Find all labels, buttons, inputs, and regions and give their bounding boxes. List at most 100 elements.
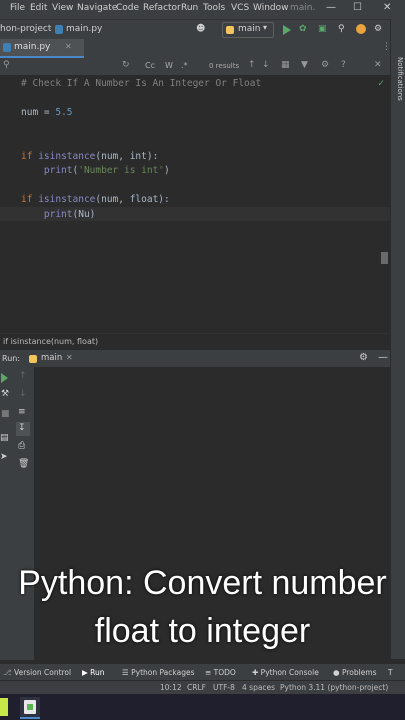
tab-python-packages[interactable]: ☰ Python Packages bbox=[122, 668, 195, 677]
caret-position[interactable]: 10:12 bbox=[160, 683, 182, 692]
breadcrumb-project[interactable]: hon-project bbox=[0, 24, 51, 34]
indent-setting[interactable]: 4 spaces bbox=[242, 683, 275, 692]
down-icon[interactable]: ↓ bbox=[19, 389, 27, 399]
interpreter[interactable]: Python 3.11 (python-project) bbox=[280, 683, 388, 692]
menu-edit[interactable]: Edit bbox=[30, 3, 47, 13]
scrollbar-thumb[interactable] bbox=[381, 252, 388, 264]
video-caption-line-1: Python: Convert number bbox=[18, 564, 387, 602]
menu-bar: File Edit View Navigate Code Refactor Ru… bbox=[0, 0, 405, 19]
pin-icon[interactable]: ➤ bbox=[0, 452, 8, 462]
help-icon[interactable]: ? bbox=[341, 60, 346, 70]
var-name: num bbox=[21, 107, 39, 118]
settings-icon[interactable]: ⚙ bbox=[321, 60, 329, 70]
settings-icon[interactable]: ⚙ bbox=[374, 24, 382, 34]
rerun-icon[interactable] bbox=[1, 373, 8, 383]
results-count: 0 results bbox=[209, 62, 240, 70]
tab-label: main.py bbox=[14, 42, 51, 52]
keyword-if: if bbox=[21, 194, 33, 205]
builtin-print: print bbox=[43, 209, 73, 220]
assign-op: = bbox=[38, 107, 56, 118]
menu-refactor[interactable]: Refactor bbox=[143, 3, 181, 13]
code-line-5: if isinstance(num, float): bbox=[21, 194, 170, 205]
close-icon[interactable]: ✕ bbox=[383, 2, 391, 13]
window-title: main. bbox=[290, 3, 316, 13]
find-bar: ⚲ ↻ Cc W .* 0 results ↑ ↓ ▦ ▼ ⚙ ? ✕ bbox=[0, 58, 390, 76]
whole-words-toggle[interactable]: W bbox=[165, 61, 173, 70]
python-icon bbox=[29, 355, 37, 363]
close-icon[interactable]: ✕ bbox=[374, 60, 382, 70]
breadcrumb-text[interactable]: if isinstance(num, float) bbox=[3, 337, 98, 346]
bottom-tool-tabs: ⎇ Version Control ▶ Run ☰ Python Package… bbox=[0, 664, 405, 680]
history-icon[interactable]: ↻ bbox=[122, 60, 130, 70]
update-icon[interactable] bbox=[356, 24, 366, 34]
notepad-icon-mark bbox=[27, 704, 33, 710]
menu-tools[interactable]: Tools bbox=[203, 3, 225, 13]
search-icon: ⚲ bbox=[3, 60, 10, 70]
args: (num, int): bbox=[95, 151, 159, 162]
code-editor[interactable]: ✓ # Check If A Number Is An Integer Or F… bbox=[0, 75, 390, 333]
user-icon[interactable]: ☻ bbox=[196, 24, 205, 34]
next-match-icon[interactable]: ↓ bbox=[262, 60, 270, 70]
line-separator[interactable]: CRLF bbox=[187, 683, 206, 692]
run-panel-header: Run: main ✕ ⚙ — bbox=[0, 349, 390, 368]
layout-icon[interactable]: ▤ bbox=[0, 433, 9, 443]
tab-todo[interactable]: ≡ TODO bbox=[205, 668, 236, 677]
settings-icon[interactable]: ⚙ bbox=[359, 352, 368, 363]
python-icon bbox=[226, 26, 234, 34]
tab-problems[interactable]: ● Problems bbox=[333, 668, 377, 677]
trash-icon[interactable]: 🗑 bbox=[18, 459, 29, 469]
chevron-right-icon: › bbox=[48, 24, 52, 34]
status-bar: 10:12 CRLF UTF-8 4 spaces Python 3.11 (p… bbox=[0, 680, 405, 695]
regex-toggle[interactable]: .* bbox=[181, 61, 188, 70]
tab-python-console[interactable]: ✚ Python Console bbox=[252, 668, 319, 677]
match-case-toggle[interactable]: Cc bbox=[145, 61, 155, 70]
soft-wrap-icon[interactable]: ≡ bbox=[18, 407, 26, 417]
tab-close-icon[interactable]: ✕ bbox=[65, 42, 72, 51]
menu-vcs[interactable]: VCS bbox=[231, 3, 249, 13]
python-file-icon bbox=[55, 25, 63, 34]
stop-icon[interactable]: ■ bbox=[1, 409, 10, 419]
run-config-select[interactable]: main ▾ bbox=[222, 22, 274, 38]
prev-match-icon[interactable]: ↑ bbox=[248, 60, 256, 70]
menu-window[interactable]: Window bbox=[253, 3, 289, 13]
pycharm-taskbar-icon[interactable] bbox=[0, 698, 8, 716]
breadcrumb-file[interactable]: main.py bbox=[66, 24, 102, 34]
select-all-icon[interactable]: ▦ bbox=[281, 60, 290, 70]
up-icon[interactable]: ↑ bbox=[19, 371, 27, 381]
minimize-icon[interactable]: — bbox=[326, 2, 336, 13]
coverage-icon[interactable]: ▣ bbox=[318, 24, 327, 34]
close-icon[interactable]: ✕ bbox=[66, 353, 73, 362]
right-tool-strip: Notifications bbox=[390, 19, 405, 659]
number-literal: 5.5 bbox=[55, 107, 73, 118]
tab-main-py[interactable]: main.py ✕ bbox=[0, 39, 84, 58]
wrench-icon[interactable]: ⚒ bbox=[1, 389, 9, 399]
code-line-3: if isinstance(num, int): bbox=[21, 151, 158, 162]
menu-run[interactable]: Run bbox=[181, 3, 198, 13]
os-taskbar bbox=[0, 694, 405, 720]
menu-view[interactable]: View bbox=[52, 3, 73, 13]
notifications-tab[interactable]: Notifications bbox=[396, 57, 404, 101]
filter-icon[interactable]: ▼ bbox=[301, 60, 308, 70]
builtin-print: print bbox=[43, 165, 73, 176]
maximize-icon[interactable]: ☐ bbox=[353, 2, 362, 13]
partial-args: (Nu) bbox=[72, 209, 96, 220]
menu-code[interactable]: Code bbox=[116, 3, 139, 13]
tab-version-control[interactable]: ⎇ Version Control bbox=[3, 668, 71, 677]
run-label: Run: bbox=[2, 354, 21, 363]
minimize-panel-icon[interactable]: — bbox=[378, 352, 388, 363]
string-literal: 'Number is int' bbox=[78, 165, 165, 176]
chevron-down-icon: ▾ bbox=[263, 23, 268, 32]
search-icon[interactable]: ⚲ bbox=[338, 24, 345, 34]
print-icon[interactable]: ⎙ bbox=[18, 441, 25, 451]
file-encoding[interactable]: UTF-8 bbox=[213, 683, 235, 692]
run-tab-main[interactable]: main bbox=[41, 353, 62, 363]
menu-file[interactable]: File bbox=[10, 3, 25, 13]
tab-run[interactable]: ▶ Run bbox=[82, 668, 105, 677]
tab-terminal[interactable]: T bbox=[388, 668, 393, 677]
more-icon[interactable]: ⋮ bbox=[382, 42, 391, 52]
builtin-isinstance: isinstance bbox=[38, 151, 96, 162]
run-icon[interactable] bbox=[283, 25, 291, 35]
menu-navigate[interactable]: Navigate bbox=[77, 3, 117, 13]
debug-icon[interactable]: ✿ bbox=[299, 24, 307, 34]
run-config-label: main bbox=[238, 24, 261, 34]
